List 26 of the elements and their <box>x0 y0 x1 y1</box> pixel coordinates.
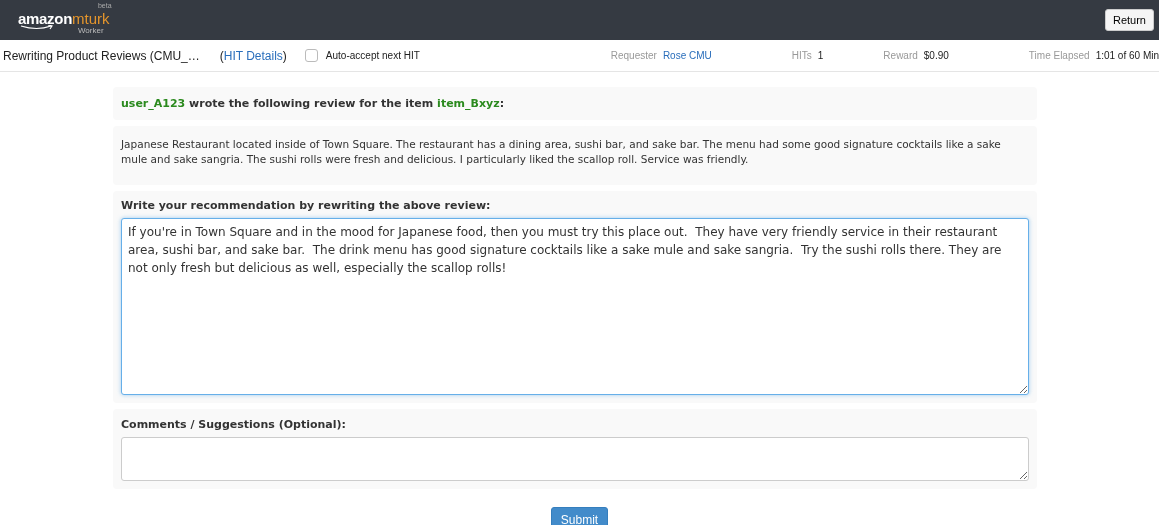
stat-value: 1:01 of 60 Min <box>1095 50 1159 61</box>
close-paren: ) <box>282 48 287 63</box>
stat-label: HITs <box>791 50 812 61</box>
review-heading: user_A123 wrote the following review for the item item_Bxyz: <box>121 97 506 110</box>
hit-title: Rewriting Product Reviews (CMU_… <box>3 48 200 63</box>
hit-details-link[interactable]: HIT Details <box>223 48 283 63</box>
rewrite-textarea[interactable]: If you're in Town Square and in the mood for Japanese food, then you must try this place out. They have very friendly service in their restaurant area, sushi bar, and sake bar. The drink menu has good signature cocktails like a sake mule and sake sangria. Try the sushi rolls there. They are not only fresh but delicious as well, especially the scallop rolls! <box>121 218 1029 395</box>
stat-value: $0.90 <box>923 50 949 61</box>
stat-label: Time Elapsed <box>1028 50 1090 61</box>
auto-accept-checkbox[interactable] <box>304 49 318 62</box>
logo-subtitle: Worker <box>77 26 104 35</box>
auto-accept-label: Auto-accept next HIT <box>325 50 420 61</box>
stat-value: 1 <box>817 50 824 61</box>
submit-button[interactable]: Submit <box>550 507 609 525</box>
stat-label: Requester <box>610 50 657 61</box>
stat-label: Reward <box>883 50 918 61</box>
open-paren: ( <box>219 48 224 63</box>
smile-arrow-icon <box>20 24 54 30</box>
comments-label: Comments / Suggestions (Optional): <box>121 418 347 431</box>
comments-textarea[interactable] <box>121 437 1029 481</box>
review-text: Japanese Restaurant located inside of Town Square. The restaurant has a dining area, sushi bar, and sake bar. The menu had some good signature cocktails like a sake mule and sake sangria. The sushi rolls were fresh and delicious. I particularly liked the scallop roll. Service was friendly. <box>121 137 1002 167</box>
stat-link[interactable]: Rose CMU <box>662 50 712 61</box>
logo-wordmark: amazon <box>18 9 73 27</box>
logo-product: mturk <box>72 9 110 27</box>
return-button[interactable]: Return <box>1104 9 1154 31</box>
rewrite-label: Write your recommendation by rewriting the above review: <box>121 199 492 212</box>
